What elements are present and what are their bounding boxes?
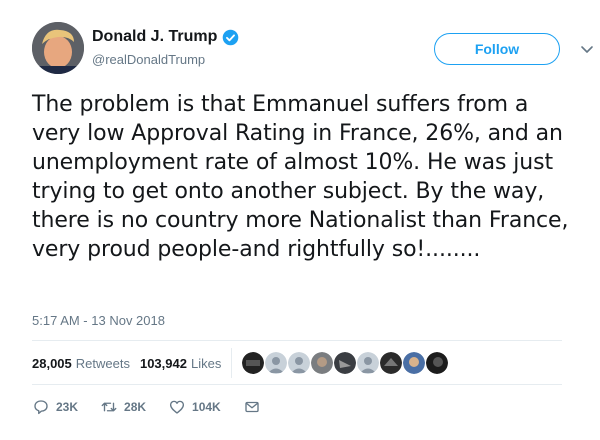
- likes-label: Likes: [190, 355, 222, 371]
- retweet-icon: [101, 402, 117, 412]
- divider-bottom: [32, 384, 562, 385]
- liker-avatar[interactable]: [311, 352, 334, 374]
- liker-avatar[interactable]: [334, 352, 357, 374]
- like-count: 104K: [192, 400, 221, 414]
- reply-count: 23K: [56, 400, 79, 414]
- retweets-count: 28,005: [32, 355, 72, 371]
- author-name[interactable]: Donald J. Trump: [92, 28, 217, 46]
- chevron-down-icon[interactable]: [580, 42, 594, 56]
- retweets-label: Retweets: [75, 355, 130, 371]
- stats-separator: [231, 348, 233, 378]
- author-avatar[interactable]: [32, 22, 84, 74]
- likes-count: 103,942: [139, 355, 187, 371]
- liker-avatar[interactable]: [380, 352, 403, 374]
- verified-badge-icon: [223, 29, 239, 45]
- tweet-text: The problem is that Emmanuel suffers fro…: [32, 92, 569, 262]
- author-handle[interactable]: @realDonaldTrump: [92, 52, 205, 67]
- follow-button[interactable]: Follow: [434, 33, 560, 65]
- heart-icon: [169, 400, 185, 414]
- tweet-timestamp[interactable]: 5:17 AM - 13 Nov 2018: [32, 313, 165, 328]
- liker-avatar[interactable]: [426, 352, 449, 374]
- liker-avatar[interactable]: [242, 352, 265, 374]
- liker-avatar[interactable]: [403, 352, 426, 374]
- liker-avatar[interactable]: [357, 352, 380, 374]
- divider-top: [32, 340, 562, 341]
- like-button[interactable]: 104K: [168, 398, 221, 416]
- liker-avatar[interactable]: [265, 352, 288, 374]
- retweet-button[interactable]: 28K: [100, 398, 146, 416]
- retweets-stat[interactable]: 28,005 Retweets: [32, 356, 130, 371]
- tweet-stats: 28,005 Retweets 103,942 Likes: [32, 346, 449, 380]
- reply-icon: [34, 400, 48, 415]
- liker-avatar[interactable]: [288, 352, 311, 374]
- tweet-actions: 23K 28K 104K: [32, 398, 289, 416]
- author-name-row: Donald J. Trump: [92, 28, 239, 46]
- retweet-count: 28K: [124, 400, 147, 414]
- reply-button[interactable]: 23K: [32, 398, 78, 416]
- liker-avatars: [242, 352, 449, 374]
- likes-stat[interactable]: 103,942 Likes: [140, 356, 221, 371]
- tweet-header: Donald J. Trump @realDonaldTrump Follow: [32, 22, 593, 76]
- direct-message-button[interactable]: [243, 398, 267, 416]
- envelope-icon: [245, 401, 259, 413]
